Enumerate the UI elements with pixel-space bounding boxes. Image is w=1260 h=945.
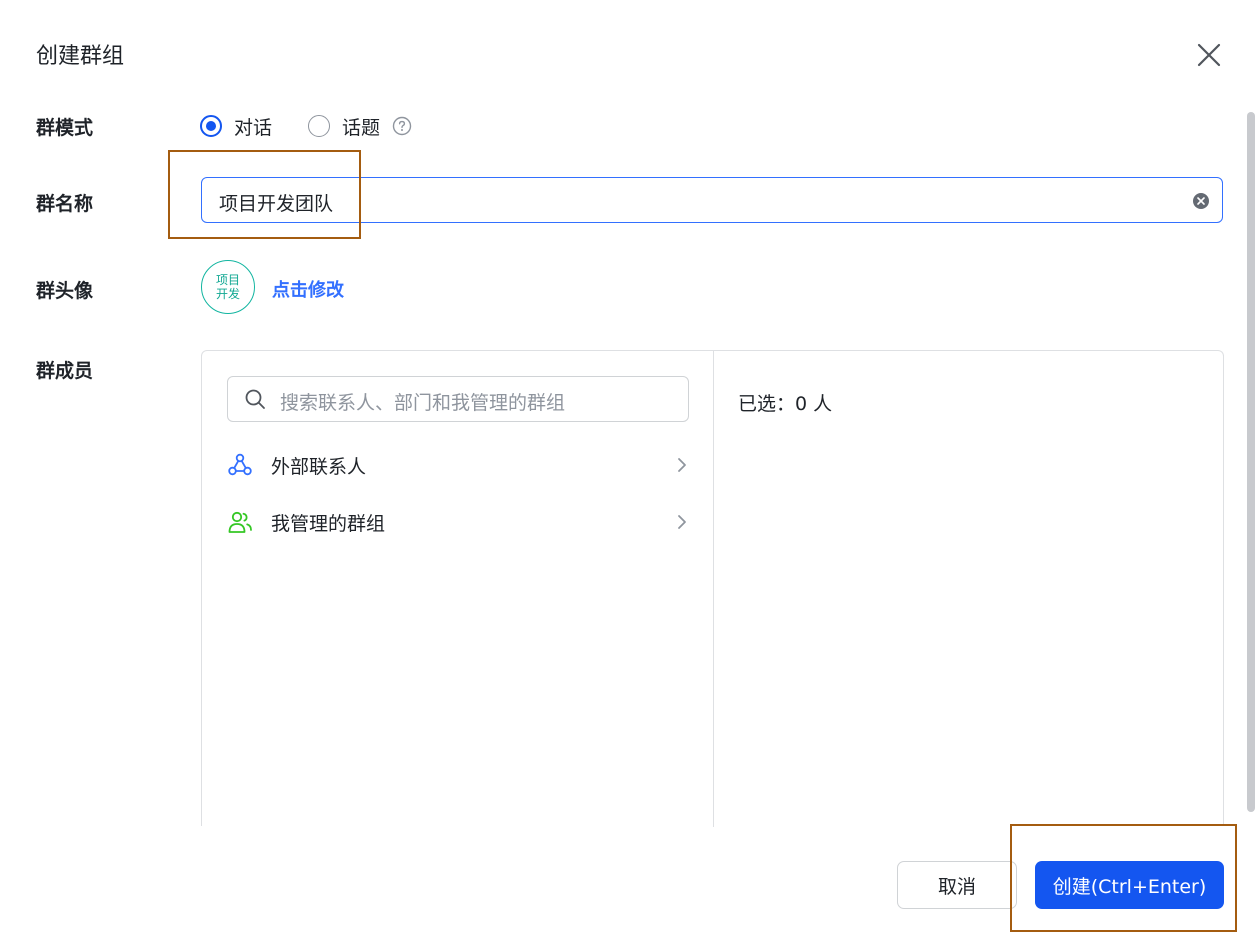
mode-radio-topic[interactable]: 话题 [308,113,380,140]
members-label: 群成员 [36,360,94,382]
panel-divider [713,351,714,827]
create-group-dialog: 创建群组 群模式 对话 话题 群名称 项目开发团队 群头像 项目 开发 点击修改… [0,0,1260,945]
mode-radio-dialog[interactable]: 对话 [200,113,272,140]
search-icon [245,389,265,409]
dialog-title: 创建群组 [36,44,125,69]
scrollbar[interactable] [1247,112,1255,812]
group-icon [228,511,252,533]
mode-option-label: 话题 [342,116,381,139]
cancel-button[interactable]: 取消 [897,861,1017,909]
create-button[interactable]: 创建(Ctrl+Enter) [1035,861,1224,909]
mode-radio-group: 对话 话题 [200,112,412,140]
close-icon[interactable] [1192,38,1226,72]
chevron-right-icon [678,515,686,529]
radio-unchecked-icon [308,115,331,137]
list-item-label: 外部联系人 [271,456,367,478]
mode-label: 群模式 [36,117,94,139]
avatar-text-line2: 开发 [215,287,240,301]
selected-count: 已选：0 人 [738,393,833,415]
avatar-text-line1: 项目 [215,273,240,287]
external-contacts-icon [228,453,252,476]
chevron-right-icon [678,458,686,472]
member-search-input[interactable]: 搜索联系人、部门和我管理的群组 [227,376,689,422]
group-name-input[interactable]: 项目开发团队 [201,177,1223,223]
help-icon[interactable] [392,116,412,136]
avatar-label: 群头像 [36,280,94,302]
list-item-managed-groups[interactable]: 我管理的群组 [227,504,689,540]
clear-icon[interactable] [1192,192,1210,210]
group-name-value: 项目开发团队 [219,193,334,215]
name-label: 群名称 [36,193,94,215]
radio-checked-icon [200,115,222,137]
mode-option-label: 对话 [234,116,273,139]
list-item-external-contacts[interactable]: 外部联系人 [227,447,689,483]
group-avatar[interactable]: 项目 开发 [201,260,255,314]
member-picker: 搜索联系人、部门和我管理的群组 外部联系人 我管理的群组 已选：0 人 [201,350,1224,827]
list-item-label: 我管理的群组 [271,513,386,535]
modify-avatar-link[interactable]: 点击修改 [272,276,344,302]
search-placeholder: 搜索联系人、部门和我管理的群组 [280,392,566,414]
